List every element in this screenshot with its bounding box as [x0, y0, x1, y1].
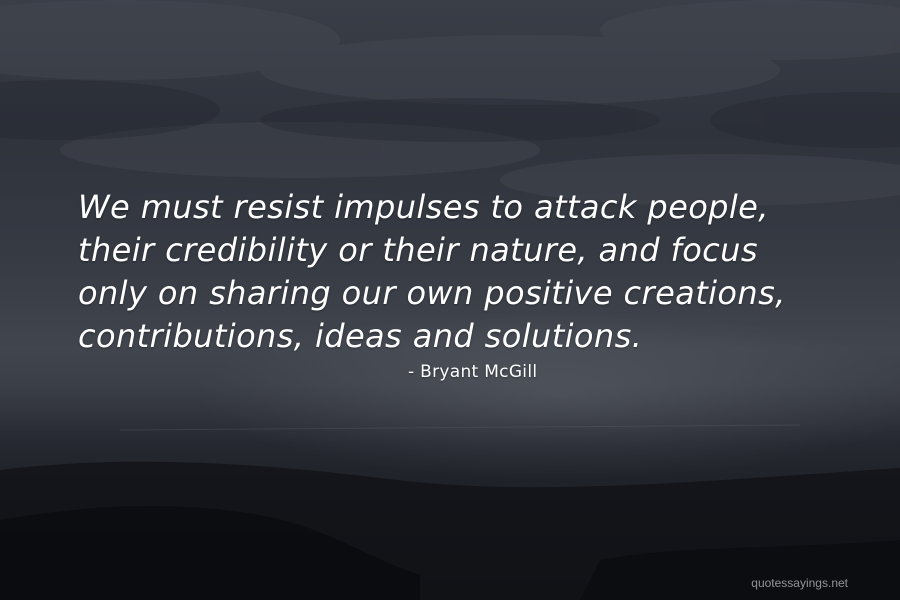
quote-author: - Bryant McGill [408, 362, 538, 382]
quote-text: We must resist impulses to attack people… [78, 186, 878, 358]
quote-line: contributions, ideas and solutions. [78, 317, 643, 355]
quote-image: We must resist impulses to attack people… [0, 0, 900, 600]
quote-line: only on sharing our own positive creatio… [78, 274, 786, 312]
quote-line: We must resist impulses to attack people… [78, 188, 769, 226]
site-watermark: quotessayings.net [751, 576, 848, 590]
quote-line: their credibility or their nature, and f… [78, 231, 758, 269]
